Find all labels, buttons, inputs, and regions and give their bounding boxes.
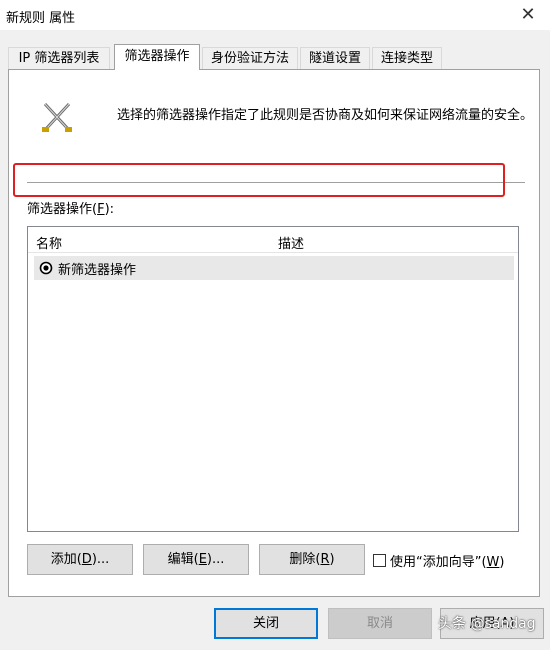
use-wizard-checkbox[interactable]: 使用“添加向导”(W)	[373, 551, 504, 570]
cancel-button[interactable]: 取消	[328, 608, 432, 639]
tab-ip-filter-list[interactable]: IP 筛选器列表	[8, 47, 110, 69]
tab-filter-action[interactable]: 筛选器操作	[114, 44, 200, 70]
delete-button[interactable]: 删除(R)	[259, 544, 365, 575]
filter-action-label: 筛选器操作(F):	[27, 202, 115, 217]
list-item[interactable]: 新筛选器操作	[34, 256, 514, 280]
list-item-name: 新筛选器操作	[58, 263, 137, 278]
column-header-name[interactable]: 名称	[36, 233, 62, 252]
add-button[interactable]: 添加(D)...	[27, 544, 133, 575]
tab-tunnel-settings[interactable]: 隧道设置	[300, 47, 370, 69]
title-bar: 新规则 属性 ✕	[0, 0, 550, 30]
window-title: 新规则 属性	[6, 11, 76, 26]
crossed-swords-icon	[42, 102, 72, 132]
edit-button[interactable]: 编辑(E)...	[143, 544, 249, 575]
annotation-highlight	[13, 163, 505, 197]
header-divider	[28, 252, 518, 253]
tab-connection-type[interactable]: 连接类型	[372, 47, 442, 69]
radio-selected-icon	[39, 261, 53, 275]
checkbox-icon[interactable]	[373, 554, 386, 567]
apply-button[interactable]: 应用(A)	[440, 608, 544, 639]
tab-panel: 选择的筛选器操作指定了此规则是否协商及如何来保证网络流量的安全。 筛选器操作(F…	[8, 69, 540, 597]
close-icon[interactable]: ✕	[514, 3, 542, 27]
filter-action-list[interactable]: 名称 描述 新筛选器操作	[27, 226, 519, 532]
close-button[interactable]: 关闭	[214, 608, 318, 639]
tab-auth-methods[interactable]: 身份验证方法	[202, 47, 298, 69]
description-text: 选择的筛选器操作指定了此规则是否协商及如何来保证网络流量的安全。	[117, 108, 534, 123]
column-header-description[interactable]: 描述	[278, 233, 304, 252]
